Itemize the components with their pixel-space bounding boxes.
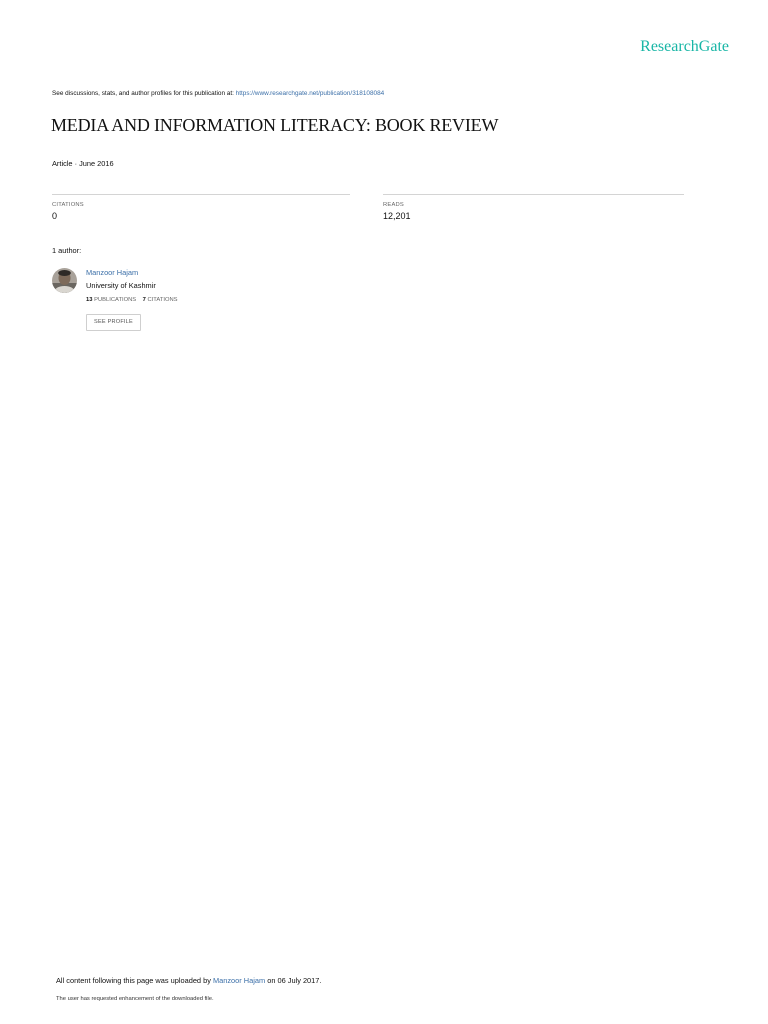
author-name-link[interactable]: Manzoor Hajam xyxy=(86,268,138,277)
author-stats: 13 PUBLICATIONS 7 CITATIONS xyxy=(86,297,178,303)
researchgate-logo[interactable]: ResearchGate xyxy=(640,38,729,56)
publication-link[interactable]: https://www.researchgate.net/publication… xyxy=(236,90,385,97)
publication-type-date: Article · June 2016 xyxy=(52,159,114,168)
author-citations-count: 7 xyxy=(142,297,146,303)
uploader-link[interactable]: Manzoor Hajam xyxy=(213,976,265,985)
footer-note: The user has requested enhancement of th… xyxy=(56,996,214,1002)
discussion-prefix: See discussions, stats, and author profi… xyxy=(52,90,234,97)
author-publications-label: PUBLICATIONS xyxy=(94,297,137,303)
author-institution: University of Kashmir xyxy=(86,281,156,290)
discussion-line: See discussions, stats, and author profi… xyxy=(52,90,384,97)
reads-divider xyxy=(383,194,684,195)
author-avatar-icon[interactable] xyxy=(52,268,77,293)
reads-label: READS xyxy=(383,202,404,208)
citations-divider xyxy=(52,194,350,195)
upload-suffix: on 06 July 2017. xyxy=(267,976,322,985)
author-citations-label: CITATIONS xyxy=(147,297,178,303)
upload-prefix: All content following this page was uplo… xyxy=(56,976,211,985)
citations-value: 0 xyxy=(52,211,58,221)
see-profile-button[interactable]: SEE PROFILE xyxy=(86,314,141,331)
author-publications-count: 13 xyxy=(86,297,93,303)
citations-label: CITATIONS xyxy=(52,202,84,208)
reads-value: 12,201 xyxy=(383,211,411,221)
publication-title: MEDIA AND INFORMATION LITERACY: BOOK REV… xyxy=(51,115,499,135)
footer-upload-line: All content following this page was uplo… xyxy=(56,976,321,985)
authors-heading: 1 author: xyxy=(52,246,82,255)
